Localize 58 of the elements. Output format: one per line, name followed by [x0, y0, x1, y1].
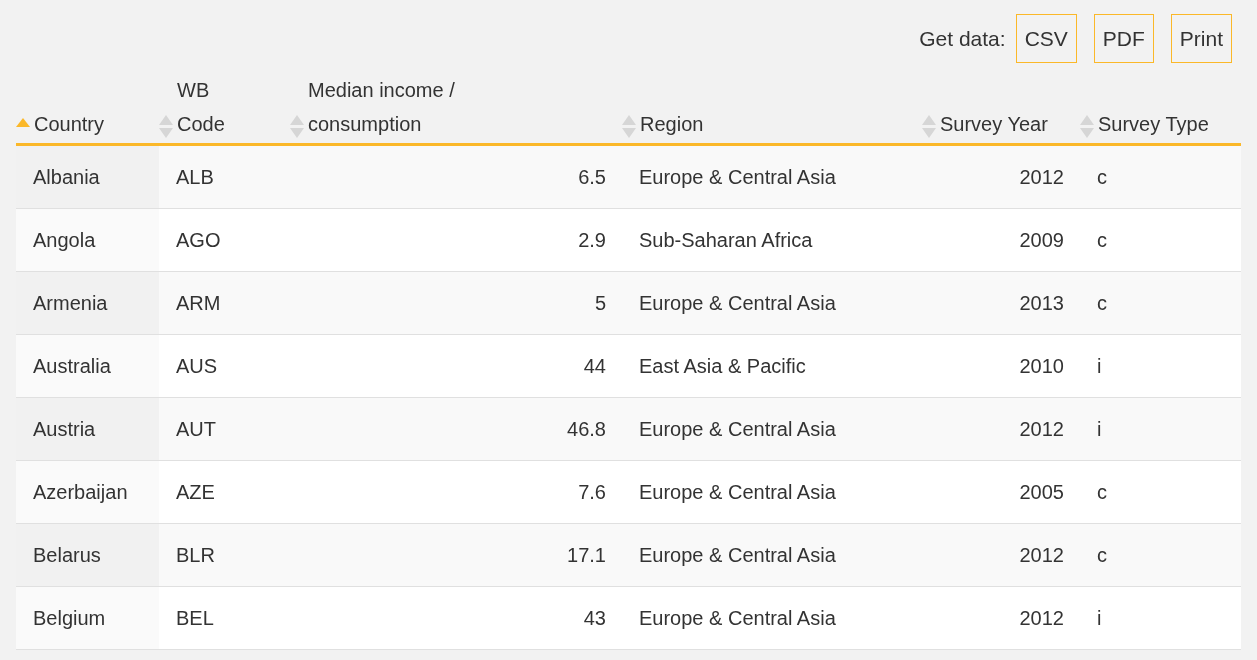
get-data-label: Get data:	[919, 25, 1006, 52]
table-cell-text: Europe & Central Asia	[639, 417, 836, 442]
table-cell-text: 2009	[1019, 228, 1064, 253]
table-cell-text: 43	[583, 606, 606, 631]
table-cell-text: Austria	[33, 417, 96, 442]
table-cell-text: c	[1097, 228, 1107, 253]
download-button[interactable]: CSV	[1015, 14, 1077, 63]
table-cell-text: Belarus	[33, 543, 101, 568]
table-cell-text: 2010	[1019, 354, 1064, 379]
table-cell-text: 2005	[1019, 480, 1064, 505]
table-cell-text: i	[1097, 417, 1102, 442]
table-cell-text: 7.6	[578, 480, 606, 505]
table-cell-text: 2012	[1019, 543, 1064, 568]
table-cell-text: 2012	[1019, 165, 1064, 190]
table-cell-text: Angola	[33, 228, 96, 253]
table-cell-text: Sub-Saharan Africa	[639, 228, 813, 253]
table-cell-text: 44	[583, 354, 606, 379]
table-cell-text: i	[1097, 354, 1102, 379]
table-cell-text: c	[1097, 165, 1107, 190]
column-header[interactable]: WB Code	[177, 73, 237, 141]
column-header[interactable]: Survey Year	[940, 107, 1048, 141]
table-cell-text: Belgium	[33, 606, 106, 631]
table-cell-text: 5	[594, 291, 606, 316]
table-cell-text: Australia	[33, 354, 111, 379]
table-cell-text: AGO	[176, 228, 221, 253]
column-header[interactable]: Median income / consumption	[308, 73, 493, 141]
table-cell-text: ARM	[176, 291, 221, 316]
table-cell-text: Europe & Central Asia	[639, 291, 836, 316]
table-cell-text: 2.9	[578, 228, 606, 253]
table-cell-text: AUS	[176, 354, 218, 379]
table-cell-text: ALB	[176, 165, 214, 190]
table-cell-text: Armenia	[33, 291, 108, 316]
table-cell-text: Albania	[33, 165, 100, 190]
table-cell-text: Europe & Central Asia	[639, 543, 836, 568]
table-cell-text: 2013	[1019, 291, 1064, 316]
table-cell-text: Europe & Central Asia	[639, 606, 836, 631]
download-button[interactable]: PDF	[1093, 14, 1154, 63]
table-cell-text: c	[1097, 291, 1107, 316]
table-cell-text: Europe & Central Asia	[639, 165, 836, 190]
column-header[interactable]: Country	[34, 107, 105, 141]
table-cell-text: 2012	[1019, 417, 1064, 442]
table-cell-text: BEL	[176, 606, 214, 631]
table-cell-text: East Asia & Pacific	[639, 354, 806, 379]
table-cell-text: AZE	[176, 480, 215, 505]
table-cell-text: i	[1097, 606, 1102, 631]
table-cell-text: 6.5	[578, 165, 606, 190]
column-header[interactable]: Survey Type	[1098, 107, 1209, 141]
table-cell-text: Azerbaijan	[33, 480, 128, 505]
table-cell-text: AUT	[176, 417, 216, 442]
table-cell-text: 46.8	[567, 417, 606, 442]
table-cell-text: c	[1097, 543, 1107, 568]
table-cell-text: 17.1	[567, 543, 606, 568]
column-header[interactable]: Region	[640, 107, 704, 141]
table-cell-text: BLR	[176, 543, 215, 568]
table-cell-text: Europe & Central Asia	[639, 480, 836, 505]
table-cell-text: c	[1097, 480, 1107, 505]
table-cell-text: 2012	[1019, 606, 1064, 631]
download-button[interactable]: Print	[1170, 14, 1232, 63]
